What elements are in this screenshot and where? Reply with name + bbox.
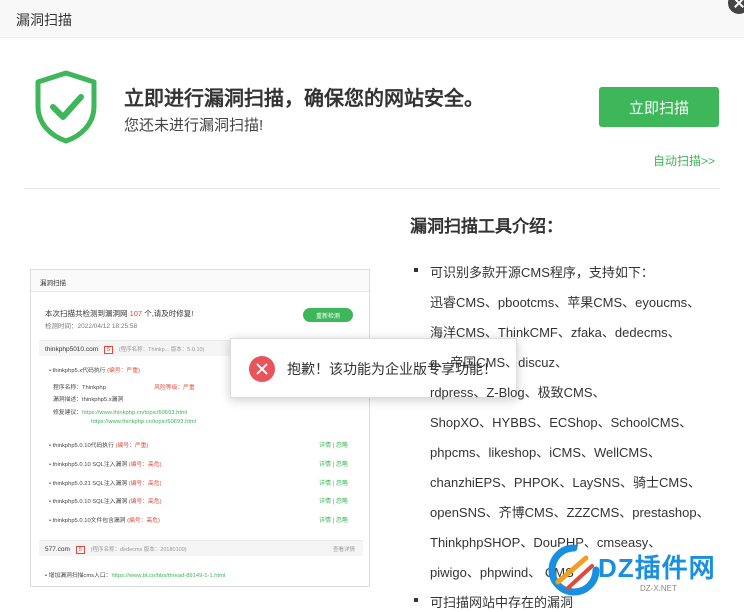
hero-headline: 立即进行漏洞扫描，确保您的网站安全。 bbox=[124, 88, 484, 110]
auto-scan-link[interactable]: 自动扫描>> bbox=[653, 152, 715, 169]
preview-vuln-line: 程序名称：Thinkphp 风险等级：严重 bbox=[53, 385, 195, 391]
cms-list-line: g、帝国CMS、discuz、 bbox=[430, 355, 568, 370]
preview-vuln-line: • thinkphp5.0.10文件包含漏洞 (编号：高危) bbox=[49, 518, 160, 524]
preview-vuln-line: • thinkphp5.x代码执行 (编号：严重) bbox=[49, 368, 140, 374]
intro-title: 漏洞扫描工具介绍： bbox=[410, 217, 563, 236]
preview-footer: • 增加漏洞扫描cms入口：https://www.bt.cn/bbs/thre… bbox=[45, 573, 226, 579]
preview-vuln-actions: 详情 | 忽略 bbox=[319, 518, 348, 524]
divider bbox=[24, 188, 720, 189]
feature-item: 可识别多款开源CMS程序，支持如下： bbox=[414, 262, 654, 281]
cms-list-line: 海洋CMS、ThinkCMF、zfaka、dedecms、 bbox=[430, 325, 681, 340]
cms-list-line: chanzhiEPS、PHPOK、LaySNS、骑士CMS、 bbox=[430, 475, 701, 490]
cms-list-line: openSNS、齐博CMS、ZZZCMS、prestashop、 bbox=[430, 505, 710, 520]
preview-time: 检测时间：2022/04/12 18:25:58 bbox=[45, 323, 138, 330]
preview-header: 漏洞扫描 bbox=[31, 270, 369, 292]
dz-logo-icon bbox=[548, 544, 600, 596]
preview-vuln-line: • thinkphp5.0.21 SQL注入漏洞 (编号：高危) bbox=[49, 481, 162, 487]
cms-list-line: rdpress、Z-Blog、极致CMS、 bbox=[430, 385, 606, 400]
window-title: 漏洞扫描 bbox=[16, 12, 72, 28]
preview-vuln-actions: 详情 | 忽略 bbox=[319, 462, 348, 468]
preview-vuln-line: https://www.thinkphp.cn/topic/60693.html bbox=[91, 419, 197, 425]
cms-list-line: ShopXO、HYBBS、ECShop、SchoolCMS、 bbox=[430, 415, 693, 430]
preview-vuln-line: 漏洞描述：thinkphp5.x漏洞 bbox=[53, 397, 124, 403]
preview-vuln-actions: 详情 | 忽略 bbox=[319, 443, 348, 449]
preview-vuln-line: 修复建议：https://www.thinkphp.cn/topic/60693… bbox=[53, 410, 188, 416]
watermark-sub: DZ-X.NET bbox=[640, 584, 677, 593]
site-watermark: DZ插件网 DZ-X.NET bbox=[548, 540, 744, 600]
preview-summary: 本次扫描共检测到漏洞网 107 个,请及时修复! bbox=[45, 309, 194, 318]
bullet-icon bbox=[414, 598, 418, 602]
cms-list-line: 迅睿CMS、pbootcms、苹果CMS、eyoucms、 bbox=[430, 295, 701, 310]
watermark-brand: DZ插件网 bbox=[598, 553, 716, 583]
cms-list-line: phpcms、likeshop、iCMS、WellCMS、 bbox=[430, 445, 661, 460]
preview-vuln-line: • thinkphp5.0.10 SQL注入漏洞 (编号：高危) bbox=[49, 462, 162, 468]
preview-vuln-line: • thinkphp5.0.10 SQL注入漏洞 (编号：高危) bbox=[49, 499, 162, 505]
scan-report-preview: 漏洞扫描 本次扫描共检测到漏洞网 107 个,请及时修复! 检测时间：2022/… bbox=[30, 269, 370, 587]
hero-subline: 您还未进行漏洞扫描! bbox=[124, 117, 264, 134]
bullet-icon bbox=[414, 268, 418, 272]
preview-vuln-actions: 详情 | 忽略 bbox=[319, 499, 348, 505]
preview-site-row: 577.com 5 (程序名称：dedecms 版本：20180109) 查看详… bbox=[39, 540, 363, 556]
window-titlebar: 漏洞扫描 bbox=[0, 0, 744, 38]
preview-recheck-button: 重新检测 bbox=[303, 308, 353, 322]
shield-check-icon bbox=[35, 70, 97, 144]
error-icon bbox=[249, 356, 275, 382]
preview-vuln-actions: 详情 | 忽略 bbox=[319, 481, 348, 487]
preview-vuln-line: • thinkphp5.0.10代码执行 (编号：严重) bbox=[49, 443, 149, 449]
scan-now-button[interactable]: 立即扫描 bbox=[599, 87, 719, 127]
